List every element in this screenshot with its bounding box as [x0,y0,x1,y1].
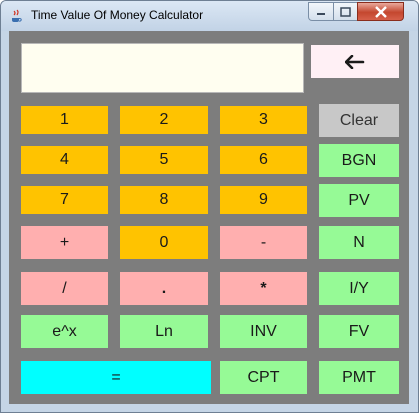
minimize-icon [317,12,325,15]
minimize-button[interactable] [308,2,334,21]
digit-9-button[interactable]: 9 [220,186,307,214]
inv-button[interactable]: INV [220,315,307,348]
minus-button[interactable]: - [220,226,307,259]
title-bar[interactable]: Time Value Of Money Calculator [1,1,418,31]
ln-button[interactable]: Ln [120,315,208,348]
cpt-button[interactable]: CPT [220,361,307,394]
calculator-window: Time Value Of Money Calculator 1 2 3 Cle… [0,0,419,413]
n-button[interactable]: N [319,226,399,259]
plus-button[interactable]: + [21,226,108,259]
maximize-button[interactable] [333,2,358,21]
digit-4-button[interactable]: 4 [21,146,108,174]
digit-2-button[interactable]: 2 [120,106,208,134]
backspace-button[interactable] [311,45,399,78]
divide-button[interactable]: / [21,272,108,305]
java-coffee-icon [12,9,22,22]
bgn-button[interactable]: BGN [319,144,399,177]
digit-7-button[interactable]: 7 [21,186,108,214]
equals-button[interactable]: = [21,361,211,394]
close-button[interactable] [357,2,404,21]
exp-button[interactable]: e^x [21,315,108,348]
pmt-button[interactable]: PMT [319,361,399,394]
arrow-left-icon [345,54,365,69]
digit-5-button[interactable]: 5 [120,146,208,174]
pv-button[interactable]: PV [319,184,399,217]
maximize-icon [340,6,351,17]
calculator-panel: 1 2 3 Clear 4 5 6 BGN 7 8 9 PV + 0 - N /… [9,31,409,404]
close-icon [374,5,387,18]
fv-button[interactable]: FV [319,315,399,348]
decimal-point-button[interactable]: . [120,272,208,305]
display-field[interactable] [21,43,304,93]
digit-8-button[interactable]: 8 [120,186,208,214]
digit-0-button[interactable]: 0 [120,226,208,259]
digit-1-button[interactable]: 1 [21,106,108,134]
digit-6-button[interactable]: 6 [220,146,307,174]
iy-button[interactable]: I/Y [319,272,399,305]
digit-3-button[interactable]: 3 [220,106,307,134]
multiply-button[interactable]: * [220,272,307,305]
window-title: Time Value Of Money Calculator [31,8,204,22]
clear-button[interactable]: Clear [319,104,399,137]
